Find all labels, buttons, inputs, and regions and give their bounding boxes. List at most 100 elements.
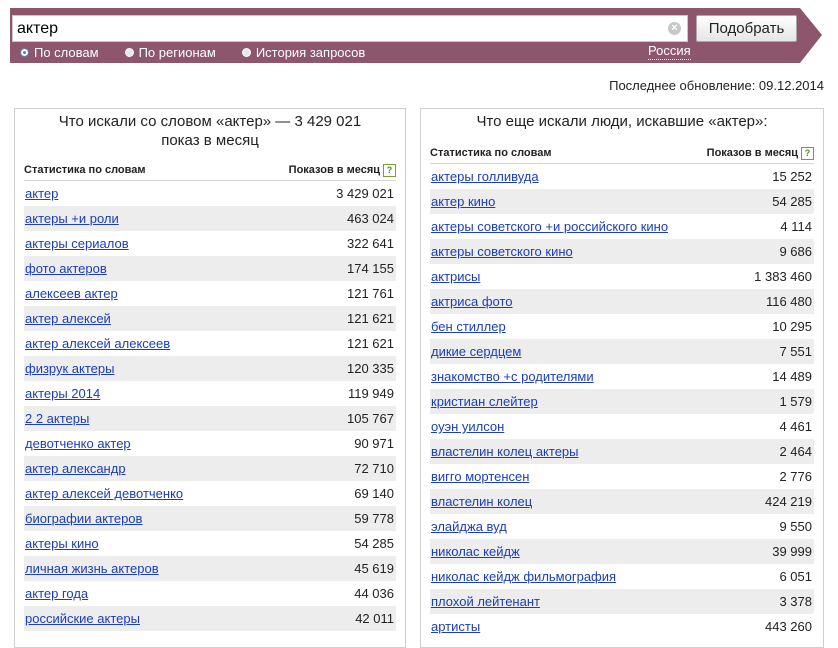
table-row: личная жизнь актеров 45 619: [24, 556, 396, 581]
phrase-link[interactable]: актер алексей девотченко: [24, 486, 183, 501]
impressions-count: 443 260: [765, 619, 812, 634]
table-row: властелин колец актеры 2 464: [430, 439, 814, 464]
table-header: Статистика по словам Показов в месяц?: [430, 146, 814, 164]
phrase-link[interactable]: вигго мортенсен: [430, 469, 529, 484]
phrase-link[interactable]: девотченко актер: [24, 436, 131, 451]
impressions-count: 39 999: [772, 544, 812, 559]
panel-title: Что еще искали люди, искавшие «актер»:: [421, 109, 823, 133]
table-row: актер александр 72 710: [24, 456, 396, 481]
impressions-count: 54 285: [772, 194, 812, 209]
search-mode-group: По словам По регионам История запросов: [20, 43, 391, 61]
phrase-link[interactable]: российские актеры: [24, 611, 140, 626]
search-input[interactable]: [17, 16, 657, 41]
help-icon[interactable]: ?: [801, 146, 814, 160]
phrase-link[interactable]: актер алексей: [24, 311, 111, 326]
impressions-count: 4 114: [780, 219, 812, 234]
phrase-link[interactable]: кристиан слейтер: [430, 394, 538, 409]
phrase-link[interactable]: актеры кино: [24, 536, 99, 551]
impressions-count: 119 949: [347, 386, 394, 401]
phrase-link[interactable]: знакомство +с родителями: [430, 369, 594, 384]
impressions-count: 6 051: [779, 569, 812, 584]
table-header: Статистика по словам Показов в месяц?: [24, 163, 396, 181]
search-box[interactable]: ×: [12, 15, 688, 42]
table-row: артисты 443 260: [430, 614, 814, 639]
phrase-link[interactable]: бен стиллер: [430, 319, 506, 334]
phrase-link[interactable]: 2 2 актеры: [24, 411, 89, 426]
table-row: 2 2 актеры 105 767: [24, 406, 396, 431]
table-row: актер алексей девотченко 69 140: [24, 481, 396, 506]
phrase-link[interactable]: властелин колец: [430, 494, 532, 509]
phrase-link[interactable]: оуэн уилсон: [430, 419, 504, 434]
phrase-link[interactable]: актеры сериалов: [24, 236, 129, 251]
table-row: актер кино 54 285: [430, 189, 814, 214]
impressions-count: 3 378: [779, 594, 812, 609]
impressions-count: 2 464: [779, 444, 812, 459]
phrase-link[interactable]: актер алексей алексеев: [24, 336, 170, 351]
impressions-count: 121 621: [347, 336, 394, 351]
impressions-count: 10 295: [772, 319, 812, 334]
phrase-link[interactable]: актер александр: [24, 461, 126, 476]
mode-by-regions[interactable]: По регионам: [124, 43, 216, 61]
mode-history[interactable]: История запросов: [241, 43, 365, 61]
clear-icon[interactable]: ×: [668, 22, 681, 35]
phrase-link[interactable]: николас кейдж фильмография: [430, 569, 616, 584]
impressions-count: 4 461: [779, 419, 812, 434]
phrase-link[interactable]: физрук актеры: [24, 361, 114, 376]
impressions-count: 322 641: [347, 236, 394, 251]
phrase-link[interactable]: николас кейдж: [430, 544, 520, 559]
phrase-link[interactable]: актеры 2014: [24, 386, 100, 401]
phrase-link[interactable]: алексеев актер: [24, 286, 118, 301]
phrase-link[interactable]: биографии актеров: [24, 511, 142, 526]
impressions-count: 120 335: [347, 361, 394, 376]
impressions-count: 54 285: [354, 536, 394, 551]
panel-word-stats: Что искали со словом «актер» — 3 429 021…: [14, 108, 406, 648]
phrase-link[interactable]: властелин колец актеры: [430, 444, 579, 459]
phrase-link[interactable]: актеры голливуда: [430, 169, 539, 184]
phrase-link[interactable]: личная жизнь актеров: [24, 561, 159, 576]
word-stats-list: актер 3 429 021 актеры +и роли 463 024 актер…: [24, 181, 396, 631]
phrase-link[interactable]: актер кино: [430, 194, 495, 209]
impressions-count: 121 621: [347, 311, 394, 326]
search-header: × Подобрать По словам По регионам Истори…: [10, 8, 822, 63]
phrase-link[interactable]: плохой лейтенант: [430, 594, 540, 609]
phrase-link[interactable]: актер года: [24, 586, 88, 601]
phrase-link[interactable]: актеры +и роли: [24, 211, 119, 226]
phrase-link[interactable]: элайджа вуд: [430, 519, 507, 534]
table-row: актрисы 1 383 460: [430, 264, 814, 289]
radio-selected-icon: [20, 47, 29, 57]
impressions-count: 14 489: [772, 369, 812, 384]
submit-button[interactable]: Подобрать: [696, 15, 797, 42]
phrase-link[interactable]: актеры советского кино: [430, 244, 573, 259]
panel-also-searched: Что еще искали люди, искавшие «актер»: С…: [420, 108, 824, 648]
phrase-link[interactable]: фото актеров: [24, 261, 107, 276]
table-row: николас кейдж 39 999: [430, 539, 814, 564]
table-row: физрук актеры 120 335: [24, 356, 396, 381]
impressions-count: 9 550: [779, 519, 812, 534]
phrase-link[interactable]: дикие сердцем: [430, 344, 521, 359]
table-row: актер 3 429 021: [24, 181, 396, 206]
mode-by-words[interactable]: По словам: [20, 43, 99, 61]
phrase-link[interactable]: актер: [24, 186, 58, 201]
table-row: бен стиллер 10 295: [430, 314, 814, 339]
panel-title: Что искали со словом «актер» — 3 429 021…: [15, 109, 405, 152]
table-row: актеры советского +и российского кино 4 1…: [430, 214, 814, 239]
column-count: Показов в месяц?: [289, 163, 396, 177]
phrase-link[interactable]: актриса фото: [430, 294, 513, 309]
region-selector[interactable]: Россия: [648, 43, 691, 60]
help-icon[interactable]: ?: [383, 163, 396, 177]
phrase-link[interactable]: артисты: [430, 619, 480, 634]
table-row: элайджа вуд 9 550: [430, 514, 814, 539]
table-row: девотченко актер 90 971: [24, 431, 396, 456]
phrase-link[interactable]: актеры советского +и российского кино: [430, 219, 668, 234]
impressions-count: 15 252: [772, 169, 812, 184]
column-count: Показов в месяц?: [707, 146, 814, 160]
last-updated: Последнее обновление: 09.12.2014: [609, 78, 824, 93]
impressions-count: 463 024: [347, 211, 394, 226]
table-row: российские актеры 42 011: [24, 606, 396, 631]
impressions-count: 59 778: [354, 511, 394, 526]
table-row: дикие сердцем 7 551: [430, 339, 814, 364]
table-row: знакомство +с родителями 14 489: [430, 364, 814, 389]
panel-title-line: Что искали со словом «актер» — 3 429 021: [58, 113, 362, 130]
panel-title-line: Что еще искали люди, искавшие «актер»:: [476, 113, 768, 130]
phrase-link[interactable]: актрисы: [430, 269, 480, 284]
